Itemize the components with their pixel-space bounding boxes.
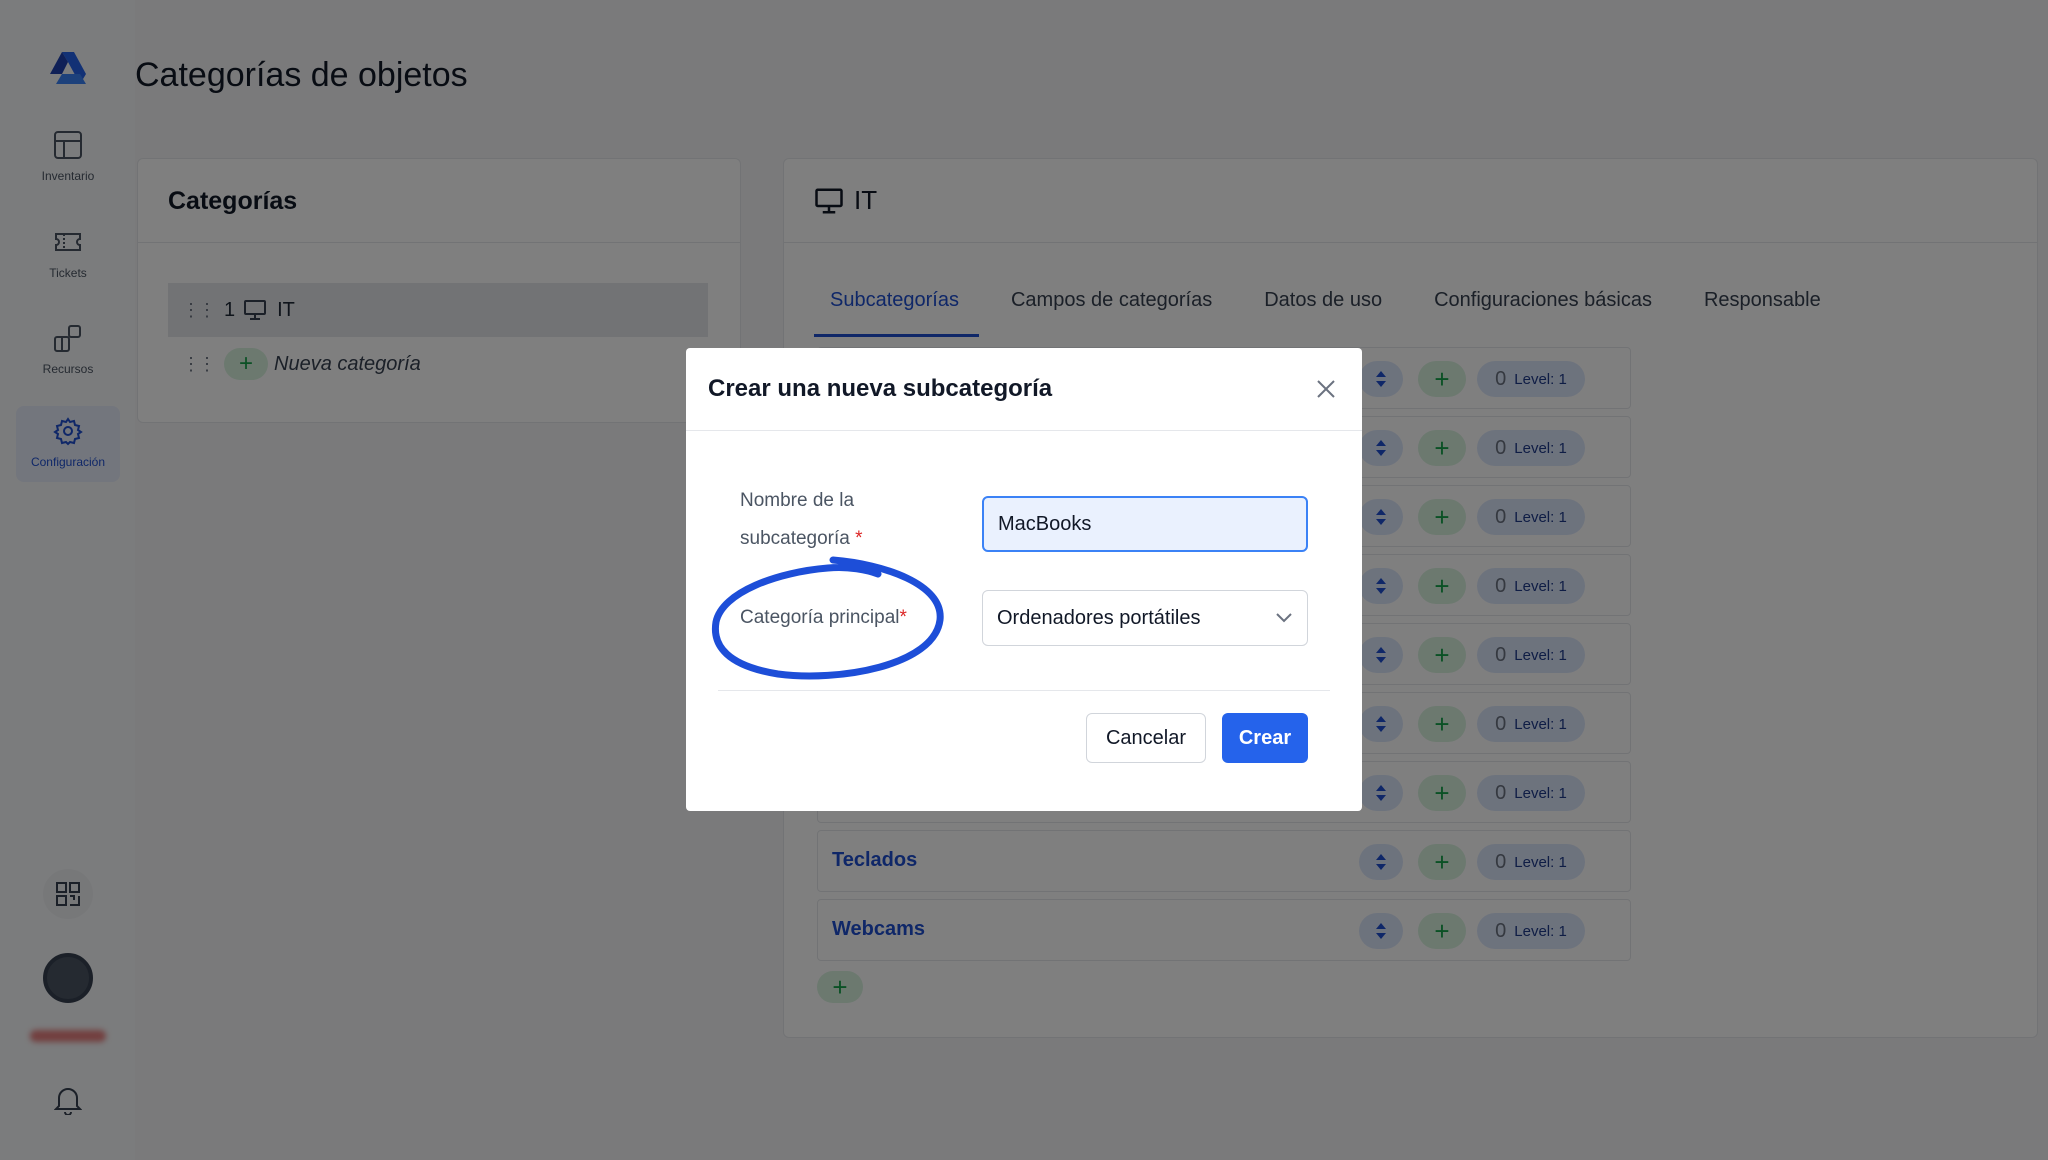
parent-category-select[interactable]: Ordenadores portátiles xyxy=(982,590,1308,646)
cancel-button[interactable]: Cancelar xyxy=(1086,713,1206,763)
selected-value: Ordenadores portátiles xyxy=(997,606,1201,629)
chevron-down-icon xyxy=(1276,613,1292,623)
create-button[interactable]: Crear xyxy=(1222,713,1308,763)
dialog-header: Crear una nueva subcategoría xyxy=(686,348,1362,431)
label-line-1: Nombre de la xyxy=(740,490,855,511)
label-line-2: subcategoría xyxy=(740,528,850,549)
subcategory-name-label: Nombre de la subcategoría * xyxy=(740,482,863,558)
subcategory-name-input[interactable] xyxy=(982,496,1308,552)
required-mark: * xyxy=(855,528,863,549)
annotation-circle xyxy=(711,556,944,680)
close-icon xyxy=(1317,380,1335,398)
close-button[interactable] xyxy=(1312,375,1340,403)
dialog-title: Crear una nueva subcategoría xyxy=(708,375,1053,402)
divider xyxy=(718,690,1330,691)
